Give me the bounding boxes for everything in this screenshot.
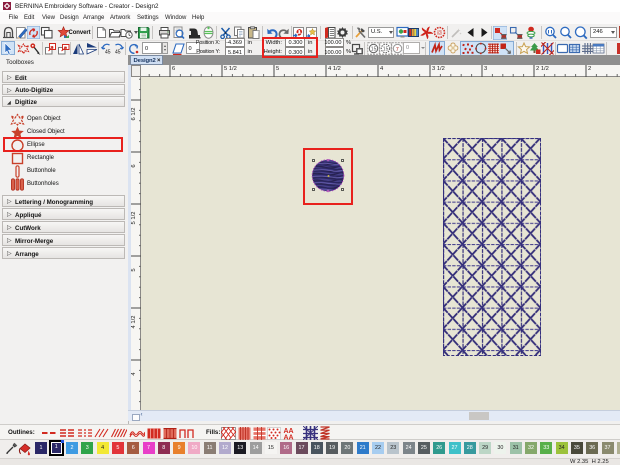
svg-text:7: 7 xyxy=(395,46,398,52)
svg-text:15: 15 xyxy=(370,46,376,52)
svg-text:15: 15 xyxy=(382,46,388,52)
svg-text:AA: AA xyxy=(284,434,294,439)
